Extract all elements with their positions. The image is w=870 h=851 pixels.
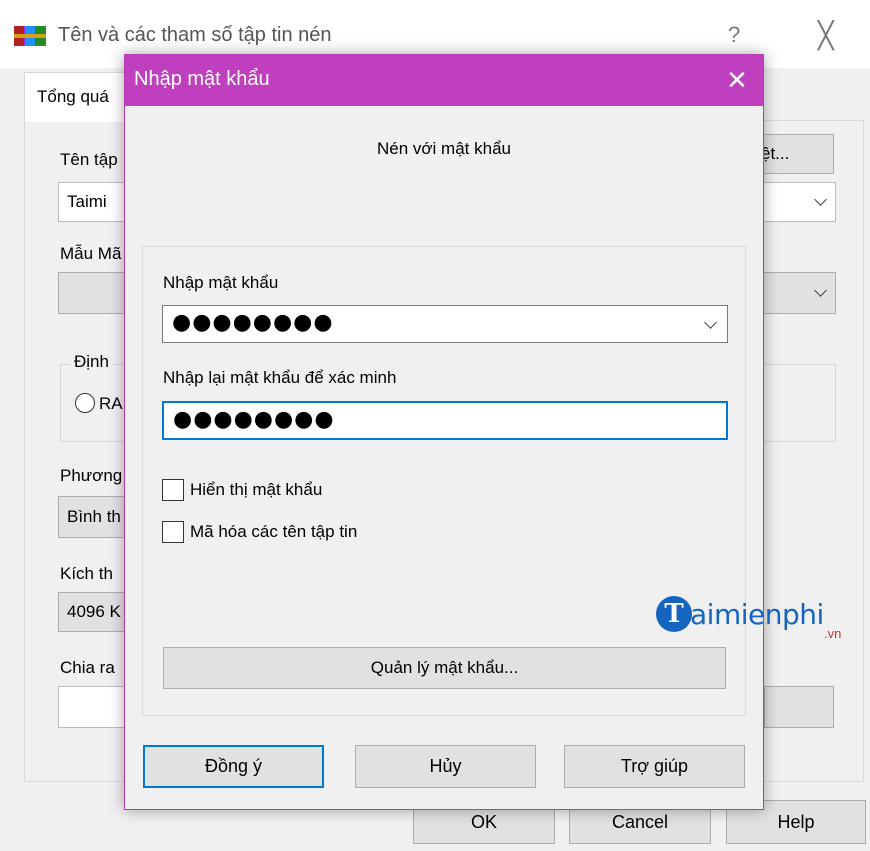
chevron-down-icon	[814, 284, 827, 297]
show-password-label: Hiển thị mật khẩu	[190, 480, 323, 499]
method-label: Phương	[60, 466, 123, 485]
dialog-close-icon[interactable]: ✕	[711, 55, 763, 106]
help-label: Help	[777, 812, 815, 832]
chevron-down-icon[interactable]	[704, 316, 717, 329]
window-close-icon[interactable]: ╳	[818, 20, 834, 51]
dialog-ok-button[interactable]: Đồng ý	[143, 745, 324, 788]
logo-text: aimienphi	[690, 598, 824, 631]
archive-name-label: Tên tập	[60, 150, 118, 169]
encrypt-file-names-option[interactable]: Mã hóa các tên tập tin	[162, 521, 357, 543]
format-rar-label: RA	[99, 394, 123, 413]
cancel-label: Cancel	[611, 812, 669, 832]
logo-letter: T	[656, 596, 692, 632]
profile-label: Mẫu Mã	[60, 244, 122, 263]
dictionary-size-label: Kích th	[60, 564, 113, 583]
show-password-checkbox[interactable]	[162, 479, 184, 501]
dialog-title: Nhập mật khẩu	[134, 68, 270, 90]
background-button[interactable]	[764, 686, 834, 728]
password-input[interactable]: ●●●●●●●●	[162, 305, 728, 343]
password-value: ●●●●●●●●	[172, 310, 334, 335]
method-value: Bình th	[67, 507, 121, 526]
browse-button-label: ệt...	[761, 144, 790, 163]
help-icon[interactable]: ?	[728, 22, 740, 48]
dialog-cancel-label: Hủy	[429, 756, 462, 776]
dialog-heading: Nén với mật khẩu	[377, 139, 511, 158]
archive-name-value: Taimi	[67, 192, 107, 211]
chevron-down-icon	[814, 193, 827, 206]
dialog-help-label: Trợ giúp	[620, 756, 689, 776]
password-label: Nhập mật khẩu	[163, 273, 279, 292]
encrypt-file-names-checkbox[interactable]	[162, 521, 184, 543]
window-title: Tên và các tham số tập tin nén	[58, 24, 332, 46]
dialog-ok-label: Đồng ý	[204, 756, 263, 776]
format-rar-radio[interactable]	[75, 393, 95, 413]
tab-general-label: Tổng quá	[37, 87, 109, 106]
dictionary-size-value: 4096 K	[67, 602, 121, 621]
dialog-help-button[interactable]: Trợ giúp	[564, 745, 745, 788]
dialog-titlebar: Nhập mật khẩu ✕	[125, 55, 763, 106]
encrypt-file-names-label: Mã hóa các tên tập tin	[190, 522, 358, 541]
show-password-option[interactable]: Hiển thị mật khẩu	[162, 479, 322, 501]
winrar-app-icon	[14, 26, 46, 46]
dialog-cancel-button[interactable]: Hủy	[355, 745, 536, 788]
manage-passwords-label: Quản lý mật khẩu...	[370, 658, 519, 677]
confirm-password-input[interactable]: ●●●●●●●●	[162, 401, 728, 440]
ok-label: OK	[470, 812, 497, 832]
format-group-label: Định	[70, 352, 113, 372]
enter-password-dialog: Nhập mật khẩu ✕ Nén với mật khẩu Nhập mậ…	[124, 54, 764, 810]
logo-suffix: .vn	[824, 626, 842, 641]
confirm-password-value: ●●●●●●●●	[173, 407, 335, 432]
manage-passwords-button[interactable]: Quản lý mật khẩu...	[163, 647, 726, 689]
confirm-password-label: Nhập lại mật khẩu để xác minh	[163, 368, 397, 387]
split-volumes-label: Chia ra	[60, 658, 115, 677]
tab-general[interactable]: Tổng quá	[24, 72, 136, 122]
